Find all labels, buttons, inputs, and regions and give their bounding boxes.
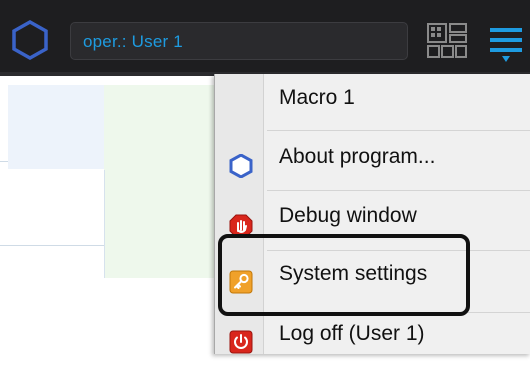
menu-item-label: About program...	[279, 145, 436, 168]
key-settings-icon	[229, 270, 253, 294]
menu-item-macro[interactable]: Macro 1	[215, 74, 530, 134]
main-dropdown-menu: Macro 1 About program... Debug window Sy…	[214, 74, 530, 354]
top-bar: oper.: User 1	[0, 0, 530, 76]
layout-cell[interactable]	[8, 170, 105, 278]
menu-item-label: System settings	[279, 262, 428, 285]
menu-item-about[interactable]: About program...	[215, 132, 530, 192]
hamburger-menu-icon[interactable]	[486, 22, 526, 66]
hexagon-info-icon	[229, 153, 253, 179]
layout-cell[interactable]	[8, 85, 105, 169]
menu-separator	[267, 250, 530, 251]
menu-item-debug-window[interactable]: Debug window	[215, 192, 530, 252]
menu-item-label: Macro 1	[279, 86, 355, 109]
layout-grid-icon[interactable]	[426, 22, 468, 64]
operator-label: oper.: User 1	[83, 32, 183, 51]
menu-item-label: Log off (User 1)	[279, 322, 425, 345]
menu-separator	[267, 190, 530, 191]
hexagon-logo-icon[interactable]	[10, 19, 50, 61]
menu-separator	[267, 130, 530, 131]
operator-field[interactable]: oper.: User 1	[70, 22, 408, 60]
red-hand-stop-icon	[229, 214, 253, 238]
menu-item-log-off[interactable]: Log off (User 1)	[215, 314, 530, 374]
menu-item-system-settings[interactable]: System settings	[215, 252, 530, 312]
menu-item-label: Debug window	[279, 204, 417, 227]
layout-cell[interactable]	[104, 85, 215, 278]
menu-separator	[267, 312, 530, 313]
power-logoff-icon	[229, 330, 253, 354]
